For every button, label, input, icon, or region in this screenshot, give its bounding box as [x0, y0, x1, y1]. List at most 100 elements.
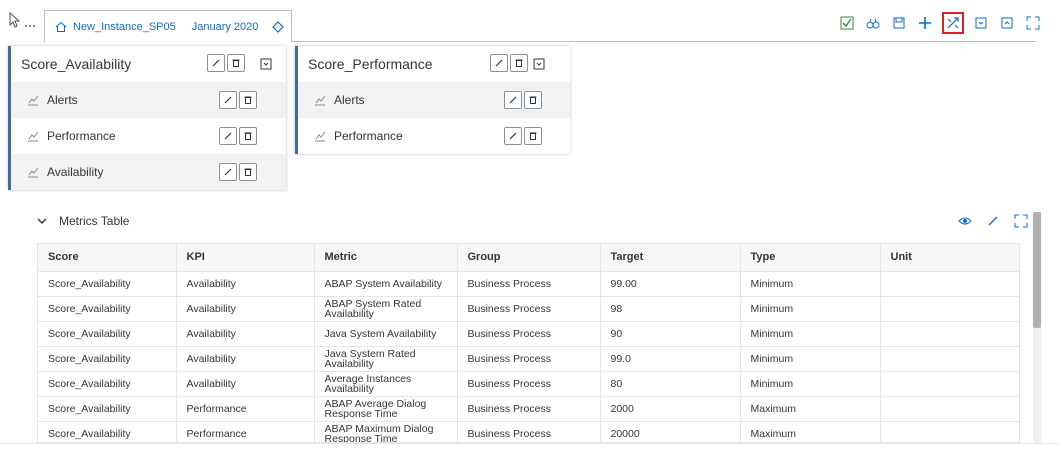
- collapse-icon[interactable]: [972, 14, 990, 32]
- scrollbar-thumb[interactable]: [1033, 212, 1041, 328]
- table-cell-group: Business Process: [457, 321, 601, 347]
- table-cell-target: 2000: [600, 396, 741, 422]
- table-row[interactable]: Score_Availability Availability Java Syste…: [38, 321, 1019, 347]
- table-cell-score: Score_Availability: [38, 321, 177, 347]
- fullscreen-icon[interactable]: [1024, 14, 1042, 32]
- card-header: Score_Performance: [298, 46, 570, 82]
- table-cell-metric: Java System Rated Availability: [314, 346, 458, 372]
- toolbar: [838, 12, 1042, 34]
- edit-button[interactable]: [504, 127, 522, 145]
- column-header-group[interactable]: Group: [457, 244, 601, 272]
- home-icon: [55, 21, 67, 33]
- table-cell-kpi: Availability: [176, 321, 315, 347]
- kpi-actions: [219, 91, 257, 109]
- metrics-tools: [958, 214, 1028, 228]
- table-cell-score: Score_Availability: [38, 421, 177, 442]
- score-card-availability: Score_Availability Alerts Performance Av…: [8, 46, 286, 190]
- table-cell-unit: [880, 421, 1019, 442]
- table-row[interactable]: Score_Availability Performance ABAP Averag…: [38, 396, 1019, 422]
- table-cell-unit: [880, 321, 1019, 347]
- edit-button[interactable]: [219, 163, 237, 181]
- kpi-actions: [219, 127, 257, 145]
- table-header-row: Score KPI Metric Group Target Type Unit: [38, 244, 1019, 272]
- edit-button[interactable]: [504, 91, 522, 109]
- kpi-icon: [27, 94, 39, 106]
- score-card-performance: Score_Performance Alerts Performance: [295, 46, 570, 154]
- table-cell-type: Maximum: [740, 396, 881, 422]
- table-cell-unit: [880, 371, 1019, 397]
- eye-icon[interactable]: [958, 214, 972, 228]
- delete-button[interactable]: [510, 54, 528, 72]
- kpi-row-performance[interactable]: Performance: [298, 118, 570, 154]
- metrics-table: Score KPI Metric Group Target Type Unit Score_…: [37, 243, 1020, 443]
- table-row[interactable]: Score_Availability Availability Average In…: [38, 371, 1019, 397]
- kpi-actions: [504, 91, 542, 109]
- diamond-icon[interactable]: [272, 20, 285, 33]
- collapse-icon[interactable]: [259, 57, 273, 71]
- delete-button[interactable]: [239, 163, 257, 181]
- fullscreen-icon[interactable]: [1014, 214, 1028, 228]
- kpi-actions: [219, 163, 257, 181]
- card-title: Score_Performance: [308, 56, 433, 72]
- table-cell-kpi: Availability: [176, 296, 315, 322]
- kpi-row-availability[interactable]: Availability: [11, 154, 286, 190]
- tab-instance[interactable]: New_Instance_SP05 January 2020: [44, 10, 292, 42]
- kpi-label: Alerts: [47, 93, 78, 107]
- table-cell-group: Business Process: [457, 371, 601, 397]
- table-cell-target: 80: [600, 371, 741, 397]
- column-header-score[interactable]: Score: [38, 244, 177, 272]
- table-row[interactable]: Score_Availability Availability Java Syste…: [38, 346, 1019, 372]
- table-row[interactable]: Score_Availability Availability ABAP Syste…: [38, 271, 1019, 297]
- column-header-type[interactable]: Type: [740, 244, 881, 272]
- table-cell-unit: [880, 396, 1019, 422]
- table-cell-group: Business Process: [457, 421, 601, 442]
- table-cell-group: Business Process: [457, 346, 601, 372]
- table-cell-target: 99.0: [600, 346, 741, 372]
- column-header-target[interactable]: Target: [600, 244, 741, 272]
- chevron-down-icon[interactable]: [37, 216, 47, 226]
- metrics-table-title: Metrics Table: [59, 214, 130, 228]
- kpi-label: Performance: [47, 129, 116, 143]
- binoculars-icon[interactable]: [864, 14, 882, 32]
- table-cell-score: Score_Availability: [38, 396, 177, 422]
- expand-arrows-icon[interactable]: [942, 12, 964, 34]
- delete-button[interactable]: [227, 54, 245, 72]
- table-cell-metric: ABAP System Availability: [314, 271, 458, 297]
- kpi-icon: [314, 94, 326, 106]
- table-cell-type: Maximum: [740, 421, 881, 442]
- table-row[interactable]: Score_Availability Availability ABAP Syste…: [38, 296, 1019, 322]
- collapse-icon[interactable]: [532, 57, 546, 71]
- save-icon[interactable]: [890, 14, 908, 32]
- edit-button[interactable]: [207, 54, 225, 72]
- column-header-unit[interactable]: Unit: [880, 244, 1019, 272]
- kpi-icon: [27, 166, 39, 178]
- edit-button[interactable]: [219, 127, 237, 145]
- delete-button[interactable]: [239, 91, 257, 109]
- column-header-metric[interactable]: Metric: [314, 244, 458, 272]
- table-cell-target: 20000: [600, 421, 741, 442]
- edit-icon[interactable]: [986, 214, 1000, 228]
- edit-button[interactable]: [219, 91, 237, 109]
- table-cell-score: Score_Availability: [38, 346, 177, 372]
- expand-icon[interactable]: [998, 14, 1016, 32]
- table-cell-metric: Average Instances Availability: [314, 371, 458, 397]
- kpi-label: Performance: [334, 129, 403, 143]
- table-cell-metric: ABAP System Rated Availability: [314, 296, 458, 322]
- edit-button[interactable]: [490, 54, 508, 72]
- delete-button[interactable]: [239, 127, 257, 145]
- card-actions: [207, 54, 245, 72]
- table-cell-score: Score_Availability: [38, 271, 177, 297]
- column-header-kpi[interactable]: KPI: [176, 244, 315, 272]
- select-cursor-icon[interactable]: [8, 11, 38, 30]
- delete-button[interactable]: [524, 127, 542, 145]
- kpi-row-alerts[interactable]: Alerts: [298, 82, 570, 118]
- add-icon[interactable]: [916, 14, 934, 32]
- table-cell-kpi: Performance: [176, 421, 315, 442]
- card-actions: [490, 54, 528, 72]
- kpi-row-alerts[interactable]: Alerts: [11, 82, 286, 118]
- table-row[interactable]: Score_Availability Performance ABAP Maximu…: [38, 421, 1019, 442]
- check-icon[interactable]: [838, 14, 856, 32]
- table-cell-type: Minimum: [740, 346, 881, 372]
- kpi-row-performance[interactable]: Performance: [11, 118, 286, 154]
- delete-button[interactable]: [524, 91, 542, 109]
